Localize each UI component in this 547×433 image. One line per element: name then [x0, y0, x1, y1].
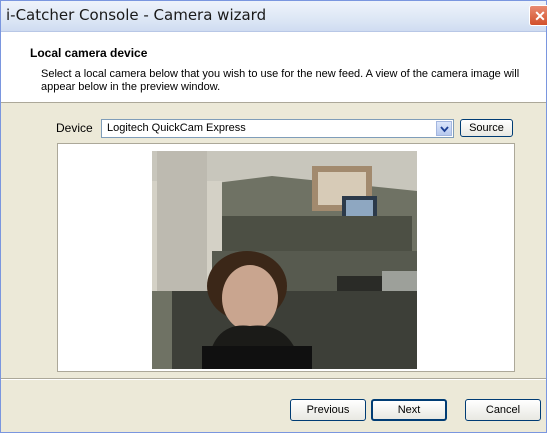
wizard-header: Local camera device Select a local camer…: [1, 32, 546, 103]
device-label: Device: [56, 121, 93, 135]
source-button[interactable]: Source: [460, 119, 513, 137]
next-button[interactable]: Next: [371, 399, 447, 421]
camera-wizard-window: i-Catcher Console - Camera wizard ✕ Loca…: [0, 0, 547, 433]
close-icon: ✕: [534, 8, 546, 24]
device-select[interactable]: Logitech QuickCam Express: [101, 119, 454, 138]
device-select-value: Logitech QuickCam Express: [107, 122, 246, 134]
page-title: Local camera device: [30, 46, 148, 60]
preview-window: [57, 143, 515, 372]
chevron-down-icon: [440, 126, 449, 133]
cancel-button[interactable]: Cancel: [465, 399, 541, 421]
footer-divider: [1, 378, 546, 380]
close-button[interactable]: ✕: [529, 5, 547, 26]
page-description: Select a local camera below that you wis…: [41, 68, 520, 93]
dropdown-button[interactable]: [436, 121, 452, 136]
previous-button[interactable]: Previous: [290, 399, 366, 421]
window-title: i-Catcher Console - Camera wizard: [6, 6, 267, 24]
title-bar[interactable]: i-Catcher Console - Camera wizard ✕: [1, 1, 547, 32]
camera-preview-image: [152, 151, 417, 369]
